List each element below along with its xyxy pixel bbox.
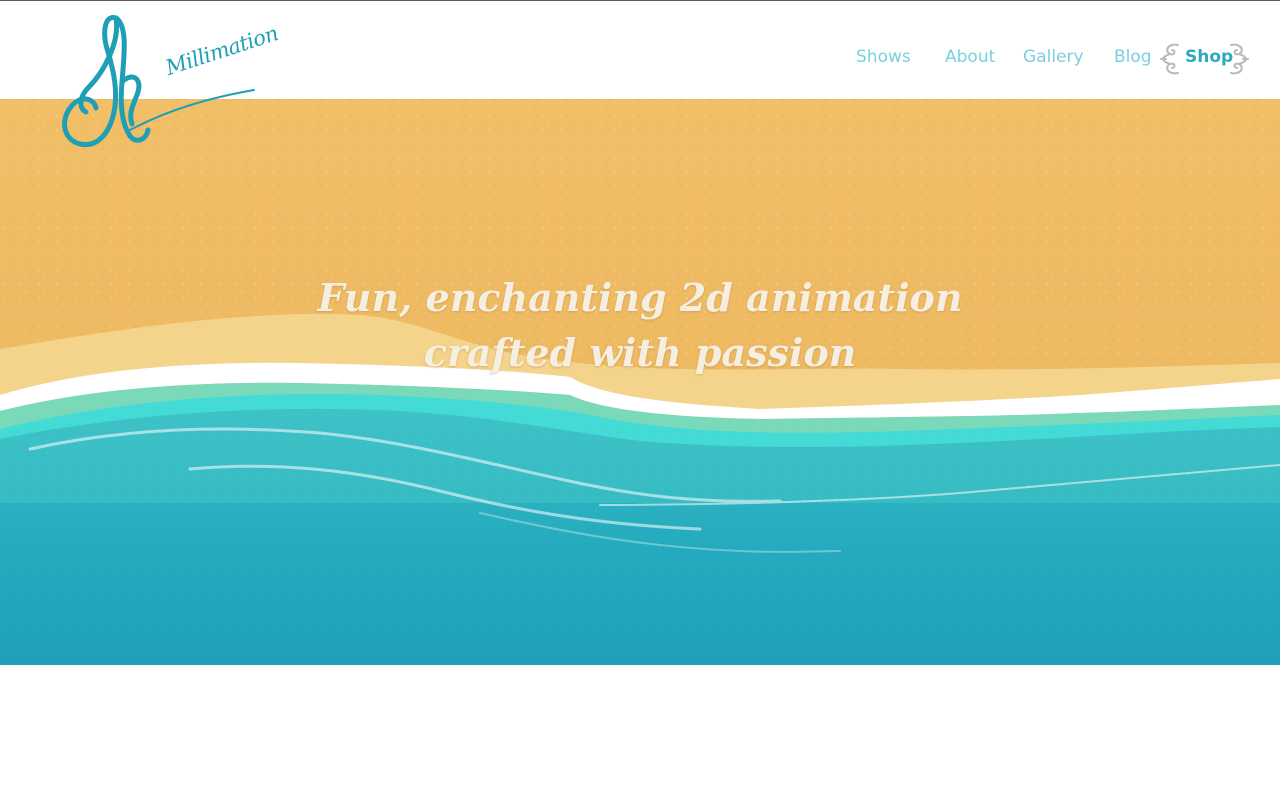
nav-blog-link[interactable]: Blog: [1114, 47, 1152, 67]
nav-about-link[interactable]: About: [945, 47, 995, 67]
hero-tagline-line1: Fun, enchanting 2d animation: [317, 275, 963, 321]
logo-script-m-icon: [62, 15, 255, 148]
hero-tagline: Fun, enchanting 2d animation crafted wit…: [0, 270, 1280, 380]
swirl-ornament-icon: [1230, 43, 1249, 75]
beach-illustration: [0, 99, 1280, 665]
hero-banner: Fun, enchanting 2d animation crafted wit…: [0, 99, 1280, 665]
nav-shows-link[interactable]: Shows: [856, 47, 911, 67]
nav-gallery-link[interactable]: Gallery: [1023, 47, 1084, 67]
swirl-ornament-icon: [1160, 43, 1179, 75]
hero-tagline-line2: crafted with passion: [423, 330, 857, 376]
site-logo[interactable]: Millimation: [58, 12, 281, 152]
